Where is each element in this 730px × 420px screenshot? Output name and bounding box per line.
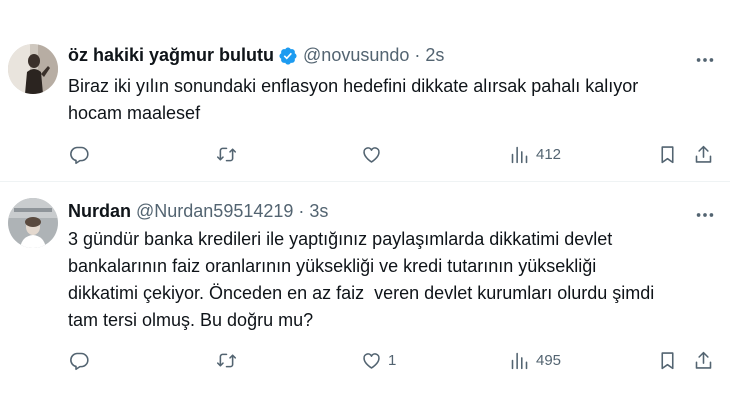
action-bar: 1 495 xyxy=(0,346,730,374)
tweet-header: Nurdan @Nurdan59514219 · 3s xyxy=(68,201,328,222)
tweet[interactable]: öz hakiki yağmur bulutu @novusundo · 2s … xyxy=(0,0,730,182)
action-bar: 412 xyxy=(0,140,730,168)
tweet-text-line: Biraz iki yılın sonundaki enflasyon hede… xyxy=(68,76,639,96)
more-icon[interactable] xyxy=(694,49,716,71)
retweet-button[interactable] xyxy=(216,346,243,374)
share-button[interactable] xyxy=(693,140,714,168)
separator-dot: · xyxy=(414,45,421,65)
tweet-header: öz hakiki yağmur bulutu @novusundo · 2s xyxy=(68,45,444,66)
views-button[interactable]: 412 xyxy=(509,140,561,168)
tweet-text-line: dikkatimi çekiyor. Önceden en az faiz ve… xyxy=(68,283,655,303)
separator-dot: · xyxy=(298,201,305,221)
reply-icon xyxy=(70,352,89,370)
tweet-text-line: bankalarının faiz oranlarının yüksekliği… xyxy=(68,256,597,276)
retweet-icon xyxy=(216,147,237,161)
share-icon xyxy=(695,145,712,163)
view-count: 412 xyxy=(536,145,562,163)
tweet[interactable]: Nurdan @Nurdan59514219 · 3s 3 gündür ban… xyxy=(0,182,730,420)
views-icon xyxy=(511,352,528,369)
like-icon xyxy=(363,352,380,369)
timestamp[interactable]: 3s xyxy=(309,201,328,222)
reply-button[interactable] xyxy=(69,140,96,168)
retweet-icon xyxy=(216,353,237,367)
like-icon xyxy=(363,146,380,163)
view-count: 495 xyxy=(536,351,562,369)
views-button[interactable]: 495 xyxy=(509,346,561,374)
views-icon xyxy=(511,146,528,163)
like-button[interactable] xyxy=(361,140,388,168)
like-count: 1 xyxy=(388,351,397,369)
tweet-text-line: 3 gündür banka kredileri ile yaptığınız … xyxy=(68,229,613,249)
avatar[interactable] xyxy=(8,198,58,248)
share-icon xyxy=(695,351,712,369)
bookmark-button[interactable] xyxy=(657,346,678,374)
user-handle[interactable]: @Nurdan59514219 xyxy=(136,201,293,222)
verified-icon[interactable] xyxy=(278,46,298,66)
avatar[interactable] xyxy=(8,44,58,94)
display-name[interactable]: Nurdan xyxy=(68,201,131,222)
user-handle[interactable]: @novusundo xyxy=(303,45,409,66)
bookmark-icon xyxy=(661,145,674,163)
tweet-text: Biraz iki yılın sonundaki enflasyon hede… xyxy=(68,73,708,127)
timestamp[interactable]: 2s xyxy=(425,45,444,66)
more-icon[interactable] xyxy=(694,204,716,226)
reply-button[interactable] xyxy=(69,346,96,374)
display-name[interactable]: öz hakiki yağmur bulutu xyxy=(68,45,274,66)
tweet-text-line: hocam maalesef xyxy=(68,103,201,123)
share-button[interactable] xyxy=(693,346,714,374)
tweet-text: 3 gündür banka kredileri ile yaptığınız … xyxy=(68,226,708,334)
retweet-button[interactable] xyxy=(216,140,243,168)
tweet-text-line: tam tersi olmuş. Bu doğru mu? xyxy=(68,310,314,330)
bookmark-icon xyxy=(661,351,674,369)
reply-icon xyxy=(70,146,89,164)
bookmark-button[interactable] xyxy=(657,140,678,168)
like-button[interactable]: 1 xyxy=(361,346,396,374)
